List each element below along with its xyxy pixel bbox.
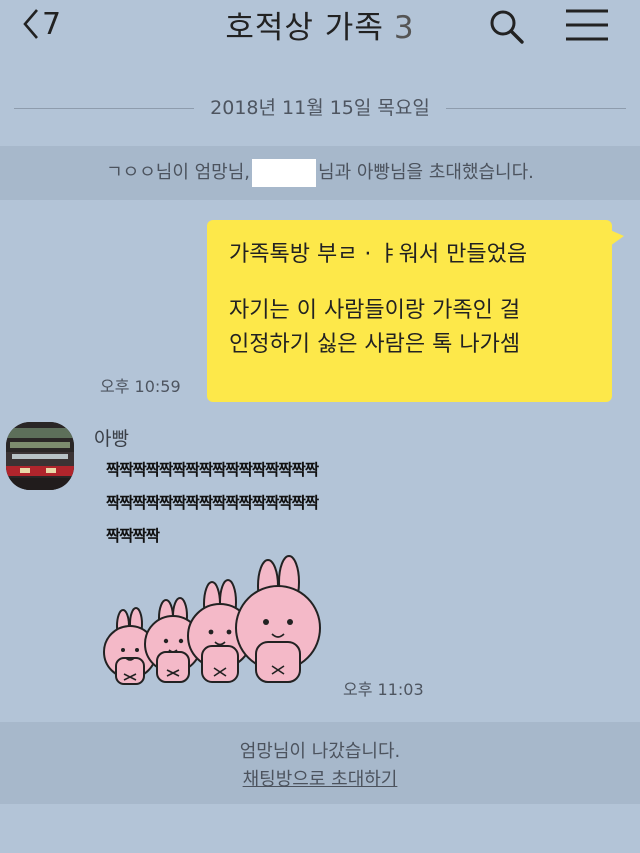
invite-to-chat-link[interactable]: 채팅방으로 초대하기 xyxy=(0,766,640,794)
menu-button[interactable] xyxy=(566,8,608,46)
leave-notice-text: 엄망님이 나갔습니다. xyxy=(239,741,401,762)
my-message-bubble[interactable]: 가족톡방 부ㄹ · ㅑ워서 만들었음 자기는 이 사람들이랑 가족인 걸 인정하… xyxy=(207,220,624,402)
date-divider: 2018년 11월 15일 목요일 xyxy=(0,88,640,128)
chat-room-name: 호적상 가족 xyxy=(225,10,384,46)
menu-icon xyxy=(566,9,608,41)
my-message-time: 오후 10:59 xyxy=(100,377,181,396)
member-count: 3 xyxy=(393,10,415,46)
chat-header: 7 호적상 가족 3 xyxy=(0,0,640,62)
dad-profile-photo xyxy=(6,422,74,490)
search-icon xyxy=(490,10,524,44)
search-button[interactable] xyxy=(486,6,526,50)
date-label: 2018년 11월 15일 목요일 xyxy=(0,93,640,120)
message-gap xyxy=(229,272,596,294)
message-line-3: 인정하기 싫은 사람은 톡 나가셈 xyxy=(229,332,521,357)
date-text: 2018년 11월 15일 목요일 xyxy=(196,97,444,119)
clapping-bunny-sticker[interactable]: 짝짝짝짝짝짝짝짝짝짝짝짝짝짝짝짝짝짝짝짝짝짝짝짝짝짝짝짝짝짝짝짝짝짝짝짝 xyxy=(92,452,330,688)
sender-name: 아빵 xyxy=(94,428,129,450)
chat-title: 호적상 가족 3 xyxy=(0,2,640,47)
bunny-sticker xyxy=(103,555,321,685)
invite-notice-prefix: ㄱㅇㅇ님이 엄망님, xyxy=(106,162,251,183)
message-line-1: 가족톡방 부ㄹ · ㅑ워서 만들었음 xyxy=(229,242,528,267)
leave-notice: 엄망님이 나갔습니다. 채팅방으로 초대하기 xyxy=(0,722,640,804)
dad-message-time: 오후 11:03 xyxy=(343,680,424,699)
redacted-name-block xyxy=(252,159,317,187)
invite-notice-suffix: 님과 아빵님을 초대했습니다. xyxy=(318,162,534,183)
invite-notice: ㄱㅇㅇ님이 엄망님, 님과 아빵님을 초대했습니다. xyxy=(0,146,640,200)
avatar[interactable] xyxy=(6,422,74,490)
message-line-2: 자기는 이 사람들이랑 가족인 걸 xyxy=(229,298,521,323)
